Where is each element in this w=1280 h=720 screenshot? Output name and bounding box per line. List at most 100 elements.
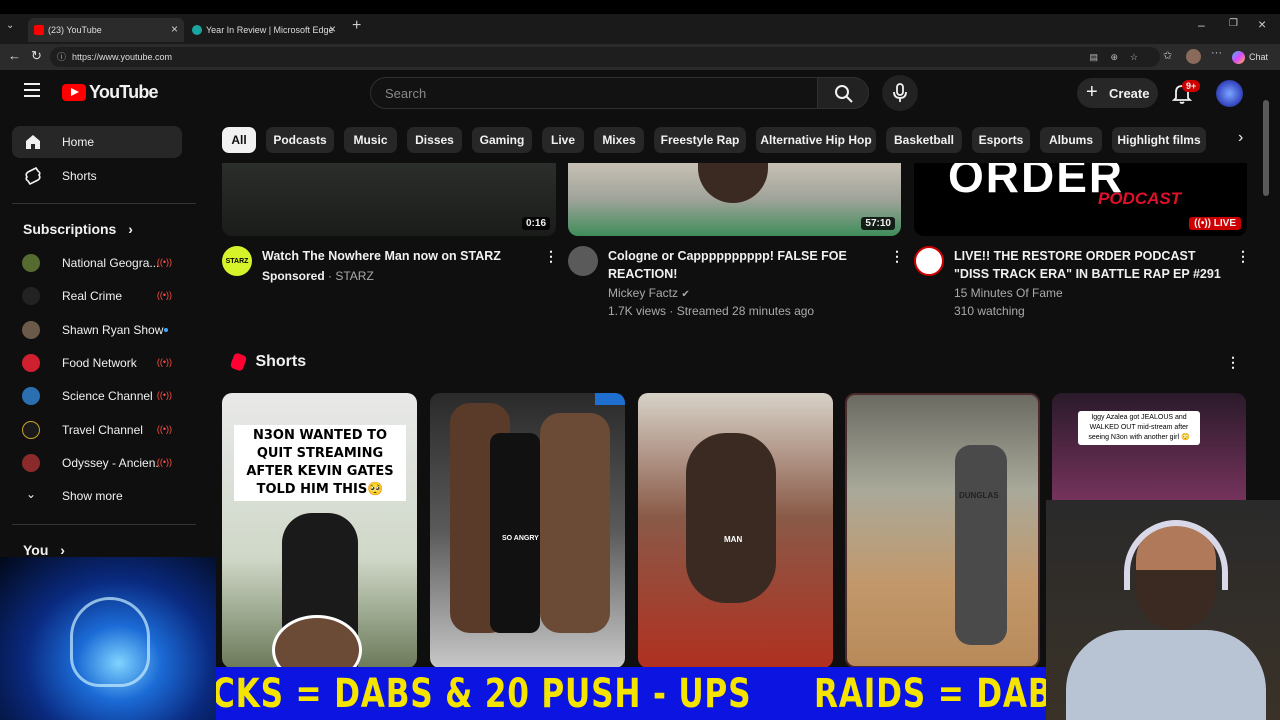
chip-music[interactable]: Music bbox=[344, 127, 397, 153]
chip-highlight-films[interactable]: Highlight films bbox=[1112, 127, 1206, 153]
video-channel[interactable]: 15 Minutes Of Fame bbox=[954, 284, 1063, 302]
plus-icon: + bbox=[1086, 81, 1098, 103]
zoom-icon[interactable]: ⊕ bbox=[1110, 47, 1118, 67]
short-player bbox=[955, 445, 1007, 645]
close-tab-icon[interactable]: × bbox=[329, 22, 336, 36]
new-tab-icon[interactable]: + bbox=[352, 17, 361, 35]
ticker-text-left: CKS = DABS & 20 PUSH - UPS bbox=[216, 671, 752, 717]
voice-search-button[interactable] bbox=[882, 75, 918, 111]
sidebar-item-national-geographic[interactable]: National Geogra... ((•)) bbox=[12, 247, 182, 279]
home-icon bbox=[26, 135, 40, 149]
sidebar-item-label: Travel Channel bbox=[62, 423, 143, 437]
restore-icon[interactable]: ❐ bbox=[1229, 18, 1238, 29]
subscriptions-heading[interactable]: Subscriptions › bbox=[23, 221, 133, 237]
sidebar-item-real-crime[interactable]: Real Crime ((•)) bbox=[12, 280, 182, 312]
create-label: Create bbox=[1109, 85, 1150, 101]
sidebar-item-home[interactable]: Home bbox=[12, 126, 182, 158]
sidebar-show-more[interactable]: ⌄ Show more bbox=[12, 480, 182, 512]
video-thumbnail[interactable]: 0:16 bbox=[222, 163, 556, 236]
channel-name: Mickey Factz bbox=[608, 286, 679, 300]
minimize-icon[interactable]: – bbox=[1198, 18, 1205, 32]
shorts-more-options-icon[interactable]: ⋮ bbox=[1226, 354, 1240, 371]
refresh-icon[interactable]: ↻ bbox=[31, 48, 42, 64]
short-card[interactable]: MAN bbox=[638, 393, 833, 668]
video-duration: 0:16 bbox=[521, 217, 550, 230]
more-options-icon[interactable]: ⋮ bbox=[890, 248, 904, 265]
sidebar-divider bbox=[12, 203, 196, 204]
chip-disses[interactable]: Disses bbox=[407, 127, 462, 153]
back-icon[interactable]: ← bbox=[8, 48, 21, 63]
search-input[interactable]: Search bbox=[370, 77, 818, 109]
account-avatar[interactable] bbox=[1216, 80, 1243, 107]
video-title[interactable]: LIVE!! THE RESTORE ORDER PODCAST "DISS T… bbox=[954, 247, 1234, 283]
profile-avatar[interactable] bbox=[1186, 49, 1201, 64]
channel-avatar bbox=[22, 421, 40, 439]
short-caption: DUNGLAS bbox=[959, 491, 999, 500]
channel-avatar bbox=[22, 254, 40, 272]
channel-avatar[interactable]: STARZ bbox=[222, 246, 252, 276]
create-button[interactable]: + Create bbox=[1077, 78, 1158, 108]
live-badge: ((•)) LIVE bbox=[1189, 217, 1241, 230]
close-window-icon[interactable]: × bbox=[1258, 16, 1266, 32]
chip-freestyle-rap[interactable]: Freestyle Rap bbox=[654, 127, 746, 153]
sidebar-item-food-network[interactable]: Food Network ((•)) bbox=[12, 347, 182, 379]
live-indicator-icon: ((•)) bbox=[156, 290, 172, 300]
short-card[interactable]: SO ANGRY bbox=[430, 393, 625, 668]
sidebar-item-odyssey[interactable]: Odyssey - Ancien... ((•)) bbox=[12, 447, 182, 479]
favorites-icon[interactable]: ✩ bbox=[1163, 49, 1172, 62]
more-options-icon[interactable]: ⋮ bbox=[1236, 248, 1250, 265]
tab-list-button[interactable]: ⌄ bbox=[6, 20, 14, 31]
video-channel[interactable]: Sponsored · STARZ bbox=[262, 267, 374, 285]
short-corner-logo bbox=[595, 393, 625, 405]
more-options-icon[interactable]: ⋮ bbox=[544, 248, 558, 265]
chip-basketball[interactable]: Basketball bbox=[886, 127, 962, 153]
search-button[interactable] bbox=[817, 77, 869, 109]
short-card[interactable]: DUNGLAS bbox=[845, 393, 1040, 668]
sidebar-item-science-channel[interactable]: Science Channel ((•)) bbox=[12, 380, 182, 412]
hamburger-menu-icon[interactable] bbox=[24, 83, 40, 97]
short-card[interactable]: N3ON WANTED TO QUIT STREAMING AFTER KEVI… bbox=[222, 393, 417, 668]
chip-gaming[interactable]: Gaming bbox=[472, 127, 532, 153]
shorts-icon bbox=[25, 166, 41, 186]
chip-albums[interactable]: Albums bbox=[1040, 127, 1102, 153]
channel-avatar[interactable] bbox=[568, 246, 598, 276]
sidebar-item-label: Food Network bbox=[62, 356, 137, 370]
more-menu-icon[interactable]: ··· bbox=[1211, 47, 1222, 59]
favorite-star-icon[interactable]: ☆ bbox=[1130, 47, 1138, 67]
chip-mixes[interactable]: Mixes bbox=[594, 127, 644, 153]
tab-year-in-review[interactable]: Year In Review | Microsoft Edge × bbox=[186, 18, 342, 42]
url-field[interactable]: ⓘ https://www.youtube.com ▤ ⊕ ☆ bbox=[50, 47, 1160, 67]
notification-badge: 9+ bbox=[1182, 80, 1201, 92]
channel-avatar[interactable] bbox=[914, 246, 944, 276]
video-thumbnail[interactable]: ORDER PODCAST ((•)) LIVE bbox=[914, 163, 1247, 236]
chip-live[interactable]: Live bbox=[542, 127, 584, 153]
sidebar-item-travel-channel[interactable]: Travel Channel ((•)) bbox=[12, 414, 182, 446]
you-heading[interactable]: You › bbox=[23, 542, 65, 558]
video-channel[interactable]: Mickey Factz ✔ bbox=[608, 284, 690, 304]
video-meta: 1.7K views · Streamed 28 minutes ago bbox=[608, 304, 815, 318]
sidebar-item-shawn-ryan-show[interactable]: Shawn Ryan Show bbox=[12, 314, 182, 346]
live-indicator-icon: ((•)) bbox=[156, 424, 172, 434]
chevron-right-icon: › bbox=[1238, 129, 1244, 146]
chips-next-button[interactable]: › bbox=[1216, 123, 1256, 157]
chip-all[interactable]: All bbox=[222, 127, 256, 153]
video-title[interactable]: Cologne or Capppppppppp! FALSE FOE REACT… bbox=[608, 247, 878, 283]
subscriptions-heading-label: Subscriptions bbox=[23, 221, 117, 237]
tab-youtube[interactable]: (23) YouTube × bbox=[28, 18, 184, 42]
short-caption: N3ON WANTED TO QUIT STREAMING AFTER KEVI… bbox=[234, 425, 406, 501]
copilot-chat-button[interactable]: Chat bbox=[1232, 48, 1268, 66]
scrollbar-thumb[interactable] bbox=[1263, 100, 1269, 196]
site-info-icon[interactable]: ⓘ bbox=[57, 47, 66, 67]
sidebar-item-label: Shawn Ryan Show bbox=[62, 323, 164, 337]
sidebar-item-shorts[interactable]: Shorts bbox=[12, 160, 182, 192]
notifications-button[interactable]: 9+ bbox=[1170, 80, 1201, 104]
short-caption: Iggy Azalea got JEALOUS and WALKED OUT m… bbox=[1078, 411, 1200, 445]
thumbnail-face bbox=[698, 163, 768, 203]
close-tab-icon[interactable]: × bbox=[171, 22, 178, 36]
chip-esports[interactable]: Esports bbox=[972, 127, 1030, 153]
reading-view-icon[interactable]: ▤ bbox=[1089, 47, 1098, 67]
chip-alternative-hip-hop[interactable]: Alternative Hip Hop bbox=[756, 127, 876, 153]
video-title[interactable]: Watch The Nowhere Man now on STARZ bbox=[262, 247, 532, 265]
video-thumbnail[interactable]: 57:10 bbox=[568, 163, 901, 236]
chip-podcasts[interactable]: Podcasts bbox=[266, 127, 334, 153]
